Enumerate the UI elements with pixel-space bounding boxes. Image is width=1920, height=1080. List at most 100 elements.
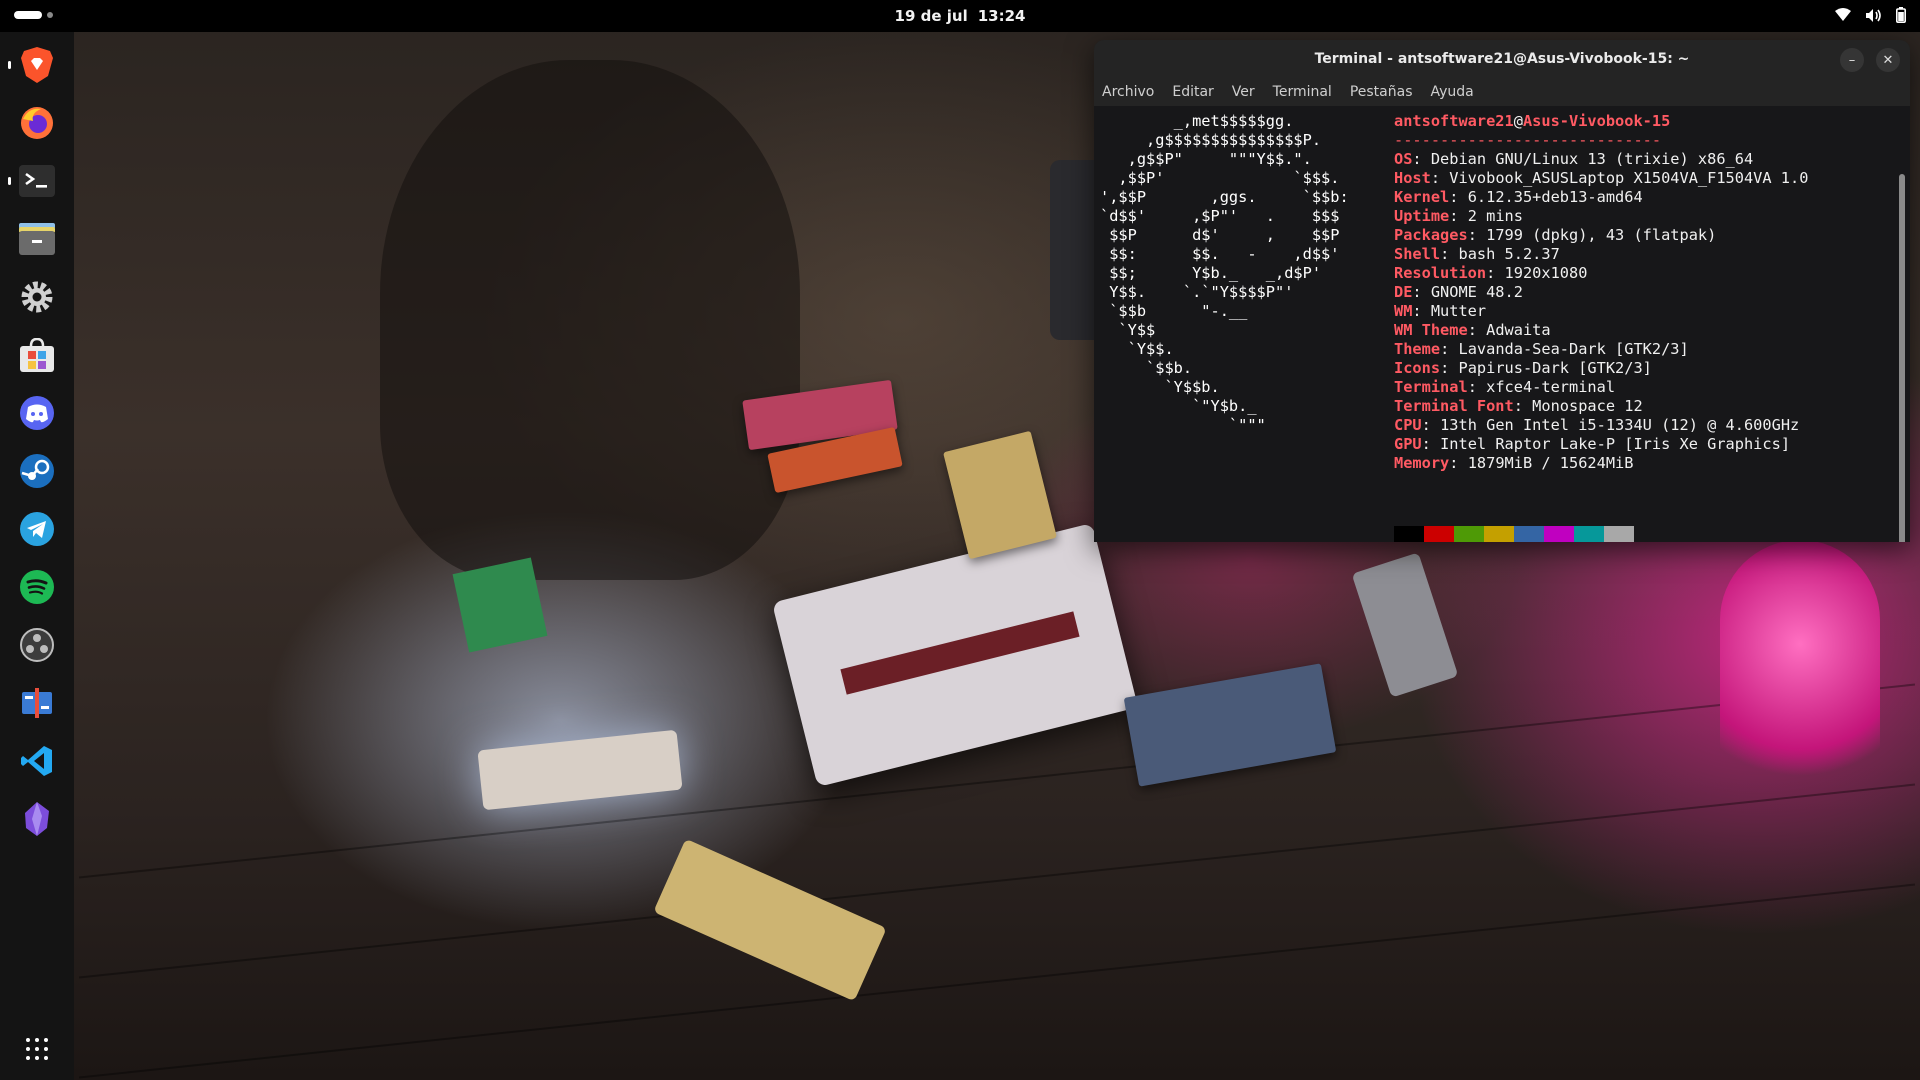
color-swatch [1604, 526, 1634, 542]
obsidian-icon[interactable] [18, 800, 56, 838]
at-sign: @ [1513, 112, 1523, 130]
color-palette [1394, 526, 1634, 542]
debian-ascii-logo: _,met$$$$$gg. ,g$$$$$$$$$$$$$$$P. ,g$$P"… [1100, 112, 1349, 434]
info-value: Lavanda-Sea-Dark [GTK2/3] [1458, 340, 1689, 358]
info-value: 1799 (dpkg), 43 (flatpak) [1486, 226, 1717, 244]
info-key: Packages [1394, 226, 1468, 244]
info-colon: : [1412, 302, 1431, 320]
window-title: Terminal - antsoftware21@Asus-Vivobook-1… [1314, 51, 1690, 67]
info-value: Papirus-Dark [GTK2/3] [1458, 359, 1652, 377]
info-line: Shell: bash 5.2.37 [1394, 245, 1808, 264]
top-bar: 19 de jul 13:24 [0, 0, 1920, 32]
info-key: Uptime [1394, 207, 1450, 225]
info-line: Terminal Font: Monospace 12 [1394, 397, 1808, 416]
info-line: Theme: Lavanda-Sea-Dark [GTK2/3] [1394, 340, 1808, 359]
terminal-icon[interactable] [18, 162, 56, 200]
info-line: DE: GNOME 48.2 [1394, 283, 1808, 302]
menu-archivo[interactable]: Archivo [1102, 84, 1154, 100]
info-line: GPU: Intel Raptor Lake-P [Iris Xe Graphi… [1394, 435, 1808, 454]
info-value: Debian GNU/Linux 13 (trixie) x86_64 [1430, 150, 1754, 168]
software-store-icon[interactable] [18, 336, 56, 374]
info-key: OS [1394, 150, 1413, 168]
workspace-indicator [47, 12, 53, 18]
info-value: Monospace 12 [1532, 397, 1643, 415]
color-swatch [1484, 526, 1514, 542]
info-key: Terminal Font [1394, 397, 1514, 415]
info-value: 1920x1080 [1504, 264, 1588, 282]
color-swatch [1454, 526, 1484, 542]
info-colon: : [1421, 435, 1441, 453]
info-value: xfce4-terminal [1486, 378, 1616, 396]
menu-terminal[interactable]: Terminal [1273, 84, 1332, 100]
color-swatch [1574, 526, 1604, 542]
info-colon: : [1412, 283, 1431, 301]
vscode-icon[interactable] [18, 742, 56, 780]
info-line: Uptime: 2 mins [1394, 207, 1808, 226]
menu-editar[interactable]: Editar [1172, 84, 1213, 100]
clock-time: 13:24 [977, 7, 1026, 25]
activities-button[interactable] [14, 11, 53, 19]
info-key: Shell [1394, 245, 1441, 263]
info-line: Host: Vivobook_ASUSLaptop X1504VA_F1504V… [1394, 169, 1808, 188]
obs-icon[interactable] [18, 626, 56, 664]
color-swatch [1394, 526, 1424, 542]
info-key: Resolution [1394, 264, 1487, 282]
info-line: Memory: 1879MiB / 15624MiB [1394, 454, 1808, 473]
menu-ayuda[interactable]: Ayuda [1431, 84, 1474, 100]
info-key: Host [1394, 169, 1431, 187]
close-button[interactable]: ✕ [1876, 48, 1900, 72]
video-editor-icon[interactable] [18, 684, 56, 722]
workspace-indicator-active [14, 11, 42, 19]
scrollbar[interactable] [1899, 174, 1905, 542]
terminal-content[interactable]: _,met$$$$$gg. ,g$$$$$$$$$$$$$$$P. ,g$$P"… [1094, 106, 1910, 542]
info-colon: : [1449, 207, 1468, 225]
info-line: CPU: 13th Gen Intel i5-1334U (12) @ 4.60… [1394, 416, 1808, 435]
files-icon[interactable] [18, 220, 56, 258]
info-colon: : [1440, 359, 1459, 377]
info-line: WM: Mutter [1394, 302, 1808, 321]
telegram-icon[interactable] [18, 510, 56, 548]
terminal-window[interactable]: Terminal - antsoftware21@Asus-Vivobook-1… [1094, 40, 1910, 542]
info-key: CPU [1394, 416, 1422, 434]
info-value: 2 mins [1467, 207, 1523, 225]
spotify-icon[interactable] [18, 568, 56, 606]
hostname: Asus-Vivobook-15 [1522, 112, 1671, 130]
info-key: Icons [1394, 359, 1441, 377]
info-colon: : [1467, 321, 1487, 339]
terminal-titlebar[interactable]: Terminal - antsoftware21@Asus-Vivobook-1… [1094, 40, 1910, 78]
discord-icon[interactable] [18, 394, 56, 432]
app-grid-icon[interactable] [26, 1038, 48, 1060]
info-colon: : [1449, 454, 1468, 472]
clock-date: 19 de jul [894, 7, 968, 25]
info-key: GPU [1394, 435, 1422, 453]
info-line: Kernel: 6.12.35+deb13-amd64 [1394, 188, 1808, 207]
info-colon: : [1430, 169, 1450, 187]
info-value: Mutter [1430, 302, 1487, 320]
running-indicator [8, 61, 11, 69]
minimize-button[interactable]: – [1840, 48, 1864, 72]
info-key: Kernel [1394, 188, 1450, 206]
firefox-icon[interactable] [18, 104, 56, 142]
info-line: OS: Debian GNU/Linux 13 (trixie) x86_64 [1394, 150, 1808, 169]
steam-icon[interactable] [18, 452, 56, 490]
separator-line: ----------------------------- [1394, 131, 1662, 149]
info-key: WM Theme [1394, 321, 1468, 339]
settings-icon[interactable] [18, 278, 56, 316]
volume-icon [1865, 8, 1882, 23]
info-key: Memory [1394, 454, 1450, 472]
color-swatch [1514, 526, 1544, 542]
info-key: Terminal [1394, 378, 1468, 396]
info-colon: : [1513, 397, 1533, 415]
wifi-icon [1835, 8, 1851, 22]
system-tray[interactable] [1835, 7, 1906, 23]
clock[interactable]: 19 de jul 13:24 [895, 7, 1026, 25]
color-swatch [1424, 526, 1454, 542]
info-value: GNOME 48.2 [1430, 283, 1523, 301]
info-key: WM [1394, 302, 1413, 320]
menu-pestanas[interactable]: Pestañas [1350, 84, 1413, 100]
info-value: 6.12.35+deb13-amd64 [1467, 188, 1643, 206]
brave-icon[interactable] [18, 46, 56, 84]
info-colon: : [1449, 188, 1468, 206]
menu-ver[interactable]: Ver [1232, 84, 1255, 100]
system-info: antsoftware21@Asus-Vivobook-15 ---------… [1394, 112, 1808, 473]
